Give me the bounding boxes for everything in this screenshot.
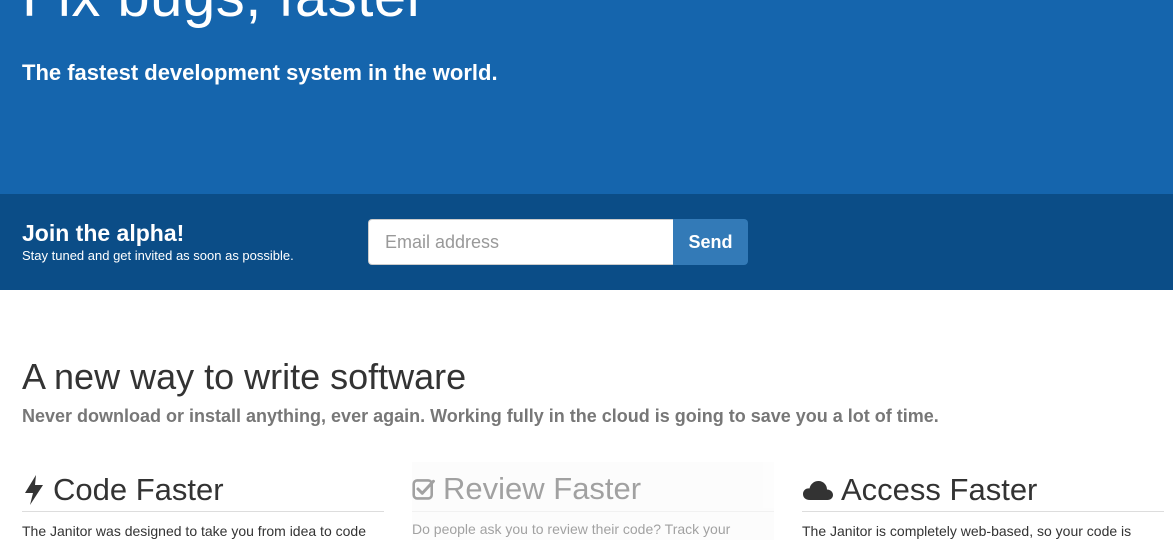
feature-title: Access Faster (841, 471, 1038, 507)
feature-access-faster: Access Faster The Janitor is completely … (802, 462, 1164, 540)
feature-title: Code Faster (53, 471, 224, 507)
feature-heading: Review Faster (412, 462, 774, 512)
checkbox-icon (412, 473, 436, 505)
section-lead: Never download or install anything, ever… (22, 406, 939, 426)
signup-title: Join the alpha! (22, 220, 185, 246)
feature-heading: Access Faster (802, 462, 1164, 512)
feature-text: The Janitor was designed to take you fro… (22, 523, 366, 539)
lightning-icon (22, 474, 46, 506)
feature-code-faster: Code Faster The Janitor was designed to … (22, 462, 384, 540)
section-title: A new way to write software (22, 356, 467, 397)
feature-text: The Janitor is completely web-based, so … (802, 523, 1132, 539)
cloud-icon (802, 474, 834, 506)
email-input[interactable] (368, 219, 674, 265)
feature-review-faster: Review Faster Do people ask you to revie… (412, 462, 774, 540)
feature-text: Do people ask you to review their code? … (412, 521, 731, 537)
feature-title: Review Faster (443, 470, 642, 506)
hero-banner: Fix bugs, faster The fastest development… (0, 0, 1173, 194)
send-button[interactable]: Send (673, 219, 748, 265)
feature-heading: Code Faster (22, 462, 384, 512)
signup-tagline: Stay tuned and get invited as soon as po… (22, 248, 294, 263)
hero-title: Fix bugs, faster (22, 0, 426, 32)
hero-subtitle: The fastest development system in the wo… (22, 60, 498, 85)
